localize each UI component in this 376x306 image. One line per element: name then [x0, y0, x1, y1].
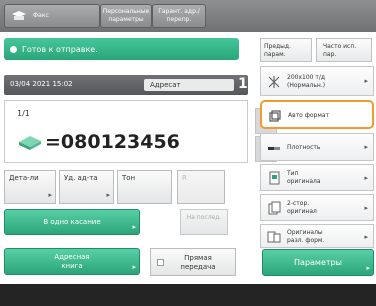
chevron-right-icon: ▸ [364, 143, 368, 151]
options-label: Параметры [294, 258, 342, 267]
destination-number: =080123456 [45, 131, 180, 153]
options-button[interactable]: Параметры ▸ [262, 249, 374, 276]
duplex-label: 2-стор. оригинал [287, 200, 317, 215]
density-icon [268, 147, 280, 150]
density-label: Плотность [287, 144, 321, 151]
one-touch-button[interactable]: В одно касание ▸ [4, 209, 140, 235]
fax-machine-icon [19, 136, 41, 150]
resolution-button[interactable]: 200x100 т/д (Нормальн.) ▸ [260, 66, 374, 96]
original-type-button[interactable]: Тип оригинала ▸ [260, 164, 374, 191]
tab-fax-label: Факс [33, 12, 49, 19]
fax-icon [12, 11, 26, 20]
datetime: 03/04 2021 15:02 [10, 80, 73, 88]
tab-shared-addresses[interactable]: Гарант. адр./перепр. [152, 4, 206, 28]
auto-format-label: Авто формат [288, 112, 330, 119]
r-button[interactable]: R [177, 170, 225, 204]
address-book-button[interactable]: Адресная книга ▸ [4, 248, 140, 275]
addressee-label: Адресат [144, 79, 234, 91]
delete-address-label: Уд. ад-та [64, 174, 98, 182]
details-button[interactable]: Дета-ли ▸ [4, 170, 56, 204]
mixed-size-icon [267, 231, 281, 243]
one-touch-label: В одно касание [43, 217, 101, 226]
details-label: Дета-ли [9, 174, 39, 182]
chevron-right-icon: ▸ [364, 204, 368, 212]
chevron-right-icon: ▸ [132, 263, 136, 271]
resolution-icon [268, 76, 280, 88]
destination-counter: 1/1 [17, 109, 30, 118]
auto-format-icon [269, 110, 281, 122]
status-bar: Готов к отправке. [4, 38, 239, 60]
destination-panel[interactable]: 1/1 =080123456 [4, 100, 248, 163]
frequent-settings-button[interactable]: Часто исп. пар. [316, 38, 372, 62]
destination-number-row: =080123456 [17, 131, 180, 153]
duplex-original-button[interactable]: 2-стор. оригинал ▸ [260, 194, 374, 221]
direct-send-checkbox[interactable] [157, 259, 164, 266]
top-bar: Факс Персональные параметры Гарант. адр.… [0, 0, 376, 32]
original-type-icon [269, 171, 280, 185]
mixed-size-originals-button[interactable]: Оригиналы разл. форм. ▸ [260, 224, 374, 248]
chevron-right-icon: ▸ [48, 191, 52, 199]
tone-button[interactable]: Тон [117, 170, 172, 204]
auto-format-button[interactable]: Авто формат [260, 100, 374, 129]
direct-send-label: Прямая передача [180, 254, 216, 271]
status-text: Готов к отправке. [22, 44, 98, 54]
chevron-right-icon: ▸ [132, 223, 136, 231]
chevron-right-icon: ▸ [364, 174, 368, 182]
to-last-button[interactable]: На послед. [180, 209, 228, 235]
tab-fax[interactable]: Факс [4, 4, 100, 28]
chevron-right-icon: ▸ [366, 264, 370, 272]
bottom-bar [0, 284, 376, 306]
addressee-count: 1 [238, 76, 248, 92]
direct-send-button[interactable]: Прямая передача [150, 248, 236, 276]
info-bar: 03/04 2021 15:02 Адресат 1 [4, 75, 248, 95]
resolution-label: 200x100 т/д (Нормальн.) [287, 74, 326, 89]
status-dot-icon [10, 45, 17, 53]
address-book-label: Адресная книга [54, 252, 90, 270]
duplex-icon [268, 201, 281, 215]
original-type-label: Тип оригинала [287, 170, 321, 185]
chevron-right-icon: ▸ [364, 233, 368, 241]
mixed-size-label: Оригиналы разл. форм. [287, 229, 325, 244]
delete-address-button[interactable]: Уд. ад-та ▸ [59, 170, 114, 204]
previous-settings-button[interactable]: Предыд. парам. [260, 38, 312, 62]
tab-personal-settings[interactable]: Персональные параметры [100, 4, 152, 28]
density-button[interactable]: Плотность ▸ [260, 133, 374, 161]
chevron-right-icon: ▸ [106, 191, 110, 199]
chevron-right-icon: ▸ [364, 77, 368, 85]
